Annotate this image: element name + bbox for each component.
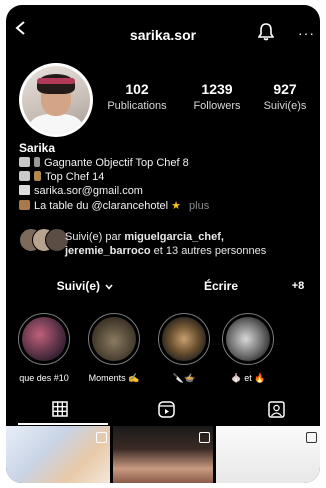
grid-icon[interactable] [52, 401, 68, 417]
stat-value: 1239 [201, 81, 233, 97]
more-icon[interactable]: ··· [298, 25, 315, 41]
bowl-icon: 🍲 [184, 373, 196, 383]
highlight-item[interactable]: 🧄 et 🔥 [222, 313, 274, 384]
stat-followers[interactable]: 1239 Followers [186, 81, 248, 112]
garlic-icon: 🧄 [230, 373, 242, 383]
highlight-item[interactable]: que des #10 [18, 313, 70, 383]
bio-line: La table du @clarancehotel ★ plus [19, 199, 209, 212]
highlight-label: 🧄 et 🔥 [230, 373, 266, 383]
highlight-cover [162, 317, 206, 361]
chevron-down-icon [105, 284, 113, 290]
bio-line: sarika.sor@gmail.com [19, 185, 143, 197]
star-icon: ★ [171, 200, 182, 212]
knife-icon: 🔪 [172, 373, 184, 383]
profile-tabs [6, 395, 320, 425]
message-button[interactable]: Écrire [160, 273, 282, 299]
bio-more-link[interactable]: plus [189, 200, 209, 212]
active-tab-indicator [18, 423, 108, 425]
bio-line: Top Chef 14 [19, 171, 104, 183]
stat-value: 102 [125, 81, 149, 97]
multi-photo-icon [306, 432, 317, 443]
stat-label: Publications [107, 100, 167, 112]
tagged-icon[interactable] [268, 401, 285, 418]
award-icon [19, 171, 30, 181]
stat-following[interactable]: 927 Suivi(e)s [256, 81, 314, 112]
stat-label: Suivi(e)s [263, 100, 307, 112]
bio-name: Sarika [19, 141, 56, 155]
envelope-icon [19, 185, 30, 195]
post-thumbnail[interactable] [113, 426, 213, 483]
avatar[interactable] [19, 63, 93, 137]
multi-photo-icon [199, 432, 210, 443]
highlight-item[interactable]: 🔪🍲 [158, 313, 210, 384]
table-icon [19, 200, 30, 210]
follow-button[interactable]: Suivi(e) [16, 273, 154, 299]
hand-icon: ✍ [128, 373, 140, 383]
post-thumbnail[interactable] [216, 426, 320, 483]
highlight-label: 🔪🍲 [158, 373, 210, 384]
reels-icon[interactable] [158, 401, 175, 418]
post-grid [6, 426, 320, 483]
followed-by-text[interactable]: Suivi(e) par miguelgarcia_chef, jeremie_… [65, 230, 266, 258]
highlight-cover [22, 317, 66, 361]
highlight-cover [92, 317, 136, 361]
award-icon [19, 157, 30, 167]
bell-icon[interactable] [258, 23, 274, 41]
post-thumbnail[interactable] [6, 426, 110, 483]
add-user-button[interactable]: +8 [286, 273, 310, 299]
avatar-photo [22, 66, 90, 134]
bio-email[interactable]: sarika.sor@gmail.com [34, 185, 143, 197]
bio-line: Gagnante Objectif Top Chef 8 [19, 157, 189, 169]
highlight-label: que des #10 [19, 373, 69, 383]
highlight-label: Moments ✍ [88, 373, 140, 383]
stat-publications[interactable]: 102 Publications [104, 81, 170, 112]
highlight-item[interactable]: Moments ✍ [88, 313, 140, 384]
stat-value: 927 [273, 81, 297, 97]
chef-icon [34, 171, 41, 181]
knife-icon [34, 157, 40, 167]
stat-label: Followers [193, 100, 241, 112]
highlight-cover [226, 317, 270, 361]
fire-icon: 🔥 [254, 373, 266, 383]
top-bar: sarika.sor ··· [6, 5, 320, 49]
multi-photo-icon [96, 432, 107, 443]
profile-screen: sarika.sor ··· 102 Publications 1239 Fol… [6, 5, 320, 483]
